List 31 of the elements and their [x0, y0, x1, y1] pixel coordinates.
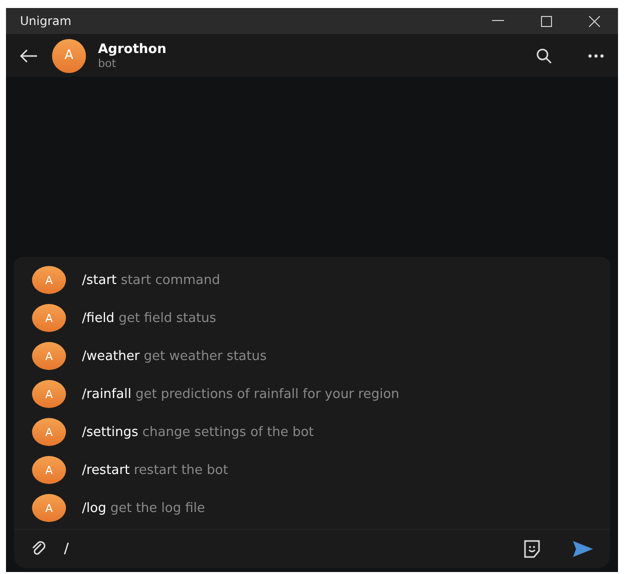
- command-text: /weather get weather status: [82, 348, 267, 364]
- command-item[interactable]: A /field get field status: [14, 299, 610, 337]
- command-item[interactable]: A /weather get weather status: [14, 337, 610, 375]
- command-text: /start start command: [82, 272, 220, 288]
- maximize-icon: [540, 16, 552, 26]
- command-item[interactable]: A /restart restart the bot: [14, 451, 610, 489]
- bot-avatar: A: [32, 304, 66, 332]
- window-title: Unigram: [20, 14, 72, 28]
- bot-avatar: A: [32, 494, 66, 522]
- chat-avatar: A: [52, 38, 86, 72]
- command-text: /field get field status: [82, 310, 216, 326]
- command-item[interactable]: A /settings change settings of the bot: [14, 413, 610, 451]
- command-item[interactable]: A /start start command: [14, 261, 610, 299]
- bot-avatar: A: [32, 342, 66, 370]
- bot-avatar: A: [32, 380, 66, 408]
- bot-avatar: A: [32, 418, 66, 446]
- close-icon: [588, 16, 600, 26]
- bot-avatar: A: [32, 456, 66, 484]
- command-text: /settings change settings of the bot: [82, 424, 314, 440]
- command-text: /log get the log file: [82, 500, 206, 516]
- command-item[interactable]: A /rainfall get predictions of rainfall for your region: [14, 375, 610, 413]
- command-item[interactable]: A /log get the log file: [14, 489, 610, 527]
- chat-name: Agrothon: [98, 42, 168, 56]
- command-text: /restart restart the bot: [82, 462, 228, 478]
- sticker-icon: [522, 539, 542, 559]
- minimize-icon: [492, 20, 504, 22]
- more-icon: [588, 54, 604, 58]
- bot-avatar: A: [32, 266, 66, 294]
- chat-status: bot: [98, 56, 118, 70]
- message-input[interactable]: /: [62, 536, 518, 562]
- command-text: /rainfall get predictions of rainfall for your region: [82, 386, 400, 402]
